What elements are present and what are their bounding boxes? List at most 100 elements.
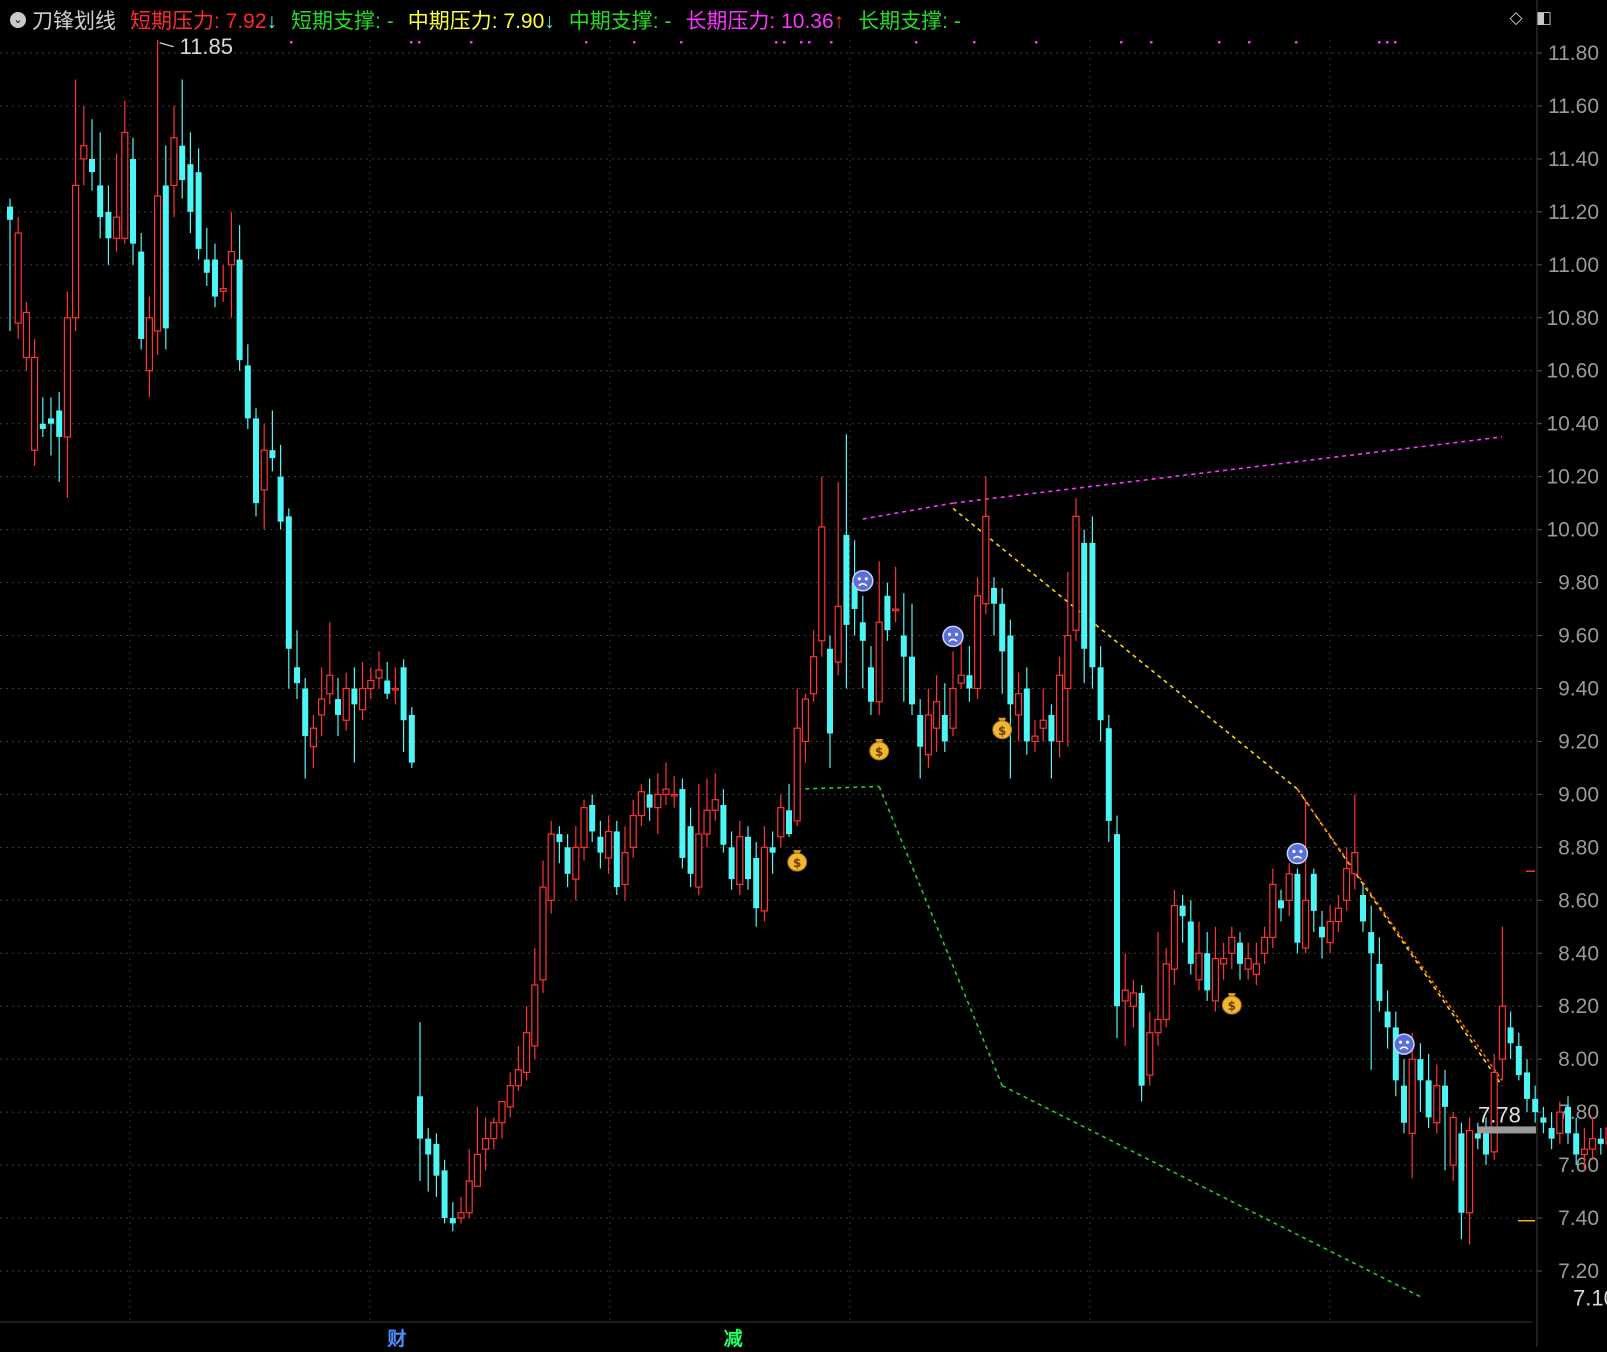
candle-down: [1089, 516, 1096, 689]
candle-body: [1285, 873, 1293, 901]
candle-body: [465, 1180, 473, 1214]
signal-dot: [1386, 41, 1389, 44]
candle-down: [1376, 937, 1383, 1012]
candle-body: [1294, 873, 1301, 943]
candle-body: [1097, 667, 1104, 721]
support-line: [797, 785, 880, 790]
signal-dot: [1120, 41, 1123, 44]
candle-down: [745, 826, 751, 890]
candle-down: [39, 397, 46, 437]
candle-down: [1368, 905, 1375, 1070]
candle-body: [572, 846, 580, 880]
face-eye: [864, 577, 868, 581]
candle-body: [1048, 714, 1055, 742]
y-tick-label: 10.20: [1546, 466, 1599, 489]
indicator-name[interactable]: 刀锋划线: [32, 5, 116, 35]
candle-body: [834, 605, 842, 663]
candle-down: [786, 783, 792, 837]
candle-body: [425, 1138, 432, 1155]
diamond-icon[interactable]: ◇: [1507, 9, 1525, 27]
candle-body: [753, 857, 760, 909]
candle-up: [219, 264, 227, 302]
event-mark[interactable]: 财: [385, 1323, 408, 1352]
candle-up: [359, 662, 367, 721]
frown-face-icon: [1393, 1033, 1415, 1055]
face-circle: [942, 625, 964, 648]
candle-down: [56, 391, 63, 482]
candle-up: [1219, 942, 1228, 980]
money-bag-icon: $: [1221, 993, 1242, 1015]
candle-body: [580, 807, 588, 848]
candle-body: [786, 810, 792, 835]
candle-up: [572, 826, 580, 901]
candle-body: [335, 699, 341, 715]
candle-body: [1007, 635, 1014, 705]
trend-arrow-icon: ↑: [833, 10, 845, 33]
candle-body: [227, 250, 235, 266]
candle-up: [801, 693, 810, 763]
candle-body: [391, 687, 399, 691]
candle-down: [687, 807, 694, 888]
face-eye: [1292, 849, 1296, 854]
candle-down: [556, 826, 563, 864]
candle-body: [1023, 688, 1030, 742]
candle-up: [777, 794, 785, 848]
candle-down: [909, 603, 915, 715]
candle-down: [1442, 1069, 1448, 1171]
candle-body: [1417, 1059, 1424, 1081]
candle-body: [457, 1212, 465, 1219]
candle-up: [71, 79, 80, 332]
candle-up: [547, 820, 555, 914]
candle-up: [391, 667, 399, 705]
candle-body: [1449, 1116, 1457, 1166]
signal-dot: [1378, 41, 1381, 44]
candle-body: [868, 667, 874, 702]
candle-body: [613, 831, 620, 888]
candle-body: [187, 164, 194, 212]
candle-down: [1417, 1043, 1424, 1113]
candle-down: [1540, 1106, 1547, 1134]
candle-down: [195, 148, 202, 260]
candle-body: [1244, 957, 1252, 970]
candle-body: [1204, 953, 1211, 991]
signal-dot: [680, 41, 683, 44]
event-mark[interactable]: 减: [722, 1323, 745, 1352]
signal-dot: [775, 41, 778, 44]
candle-up: [1408, 1032, 1416, 1179]
panel-toggle-icon[interactable]: ◧: [1535, 9, 1553, 27]
candle-body: [506, 1085, 514, 1108]
candle-up: [514, 1045, 523, 1091]
candle-up: [465, 1149, 473, 1219]
signal-dot: [585, 41, 588, 44]
y-tick-label: 11.60: [1548, 95, 1599, 118]
candle-up: [695, 783, 703, 896]
candle-body: [1228, 936, 1236, 954]
candle-up: [982, 476, 990, 615]
candle-body: [711, 799, 719, 811]
candle-up: [1170, 889, 1179, 986]
candle-body: [1039, 719, 1047, 729]
candle-body: [48, 418, 54, 424]
candle-body: [564, 847, 571, 874]
candle-body: [670, 793, 678, 797]
candle-down: [1392, 1011, 1399, 1097]
candle-body: [71, 184, 80, 319]
candle-body: [859, 622, 866, 641]
candle-up: [145, 296, 153, 398]
candle-up: [924, 688, 933, 768]
candlestick-chart[interactable]: 11.80 11.60 11.40 11.20 11.00 10.80 10.60 10.40…: [0, 0, 1607, 1347]
candle-body: [1524, 1072, 1530, 1099]
money-bag-icon: $: [992, 717, 1013, 740]
candle-up: [580, 799, 588, 861]
chevron-down-icon[interactable]: ⌄: [10, 12, 26, 28]
support-line: [1001, 1084, 1423, 1299]
candle-up: [1195, 921, 1203, 991]
indicator-item-5: 长期压力: 10.36↑: [685, 10, 845, 33]
face-eye: [1398, 1040, 1403, 1044]
high-pointer: [159, 42, 174, 48]
candle-body: [112, 216, 121, 239]
candle-body: [827, 648, 833, 734]
candle-down: [1204, 932, 1211, 1001]
candle-body: [351, 688, 358, 705]
candle-body: [1195, 952, 1203, 981]
